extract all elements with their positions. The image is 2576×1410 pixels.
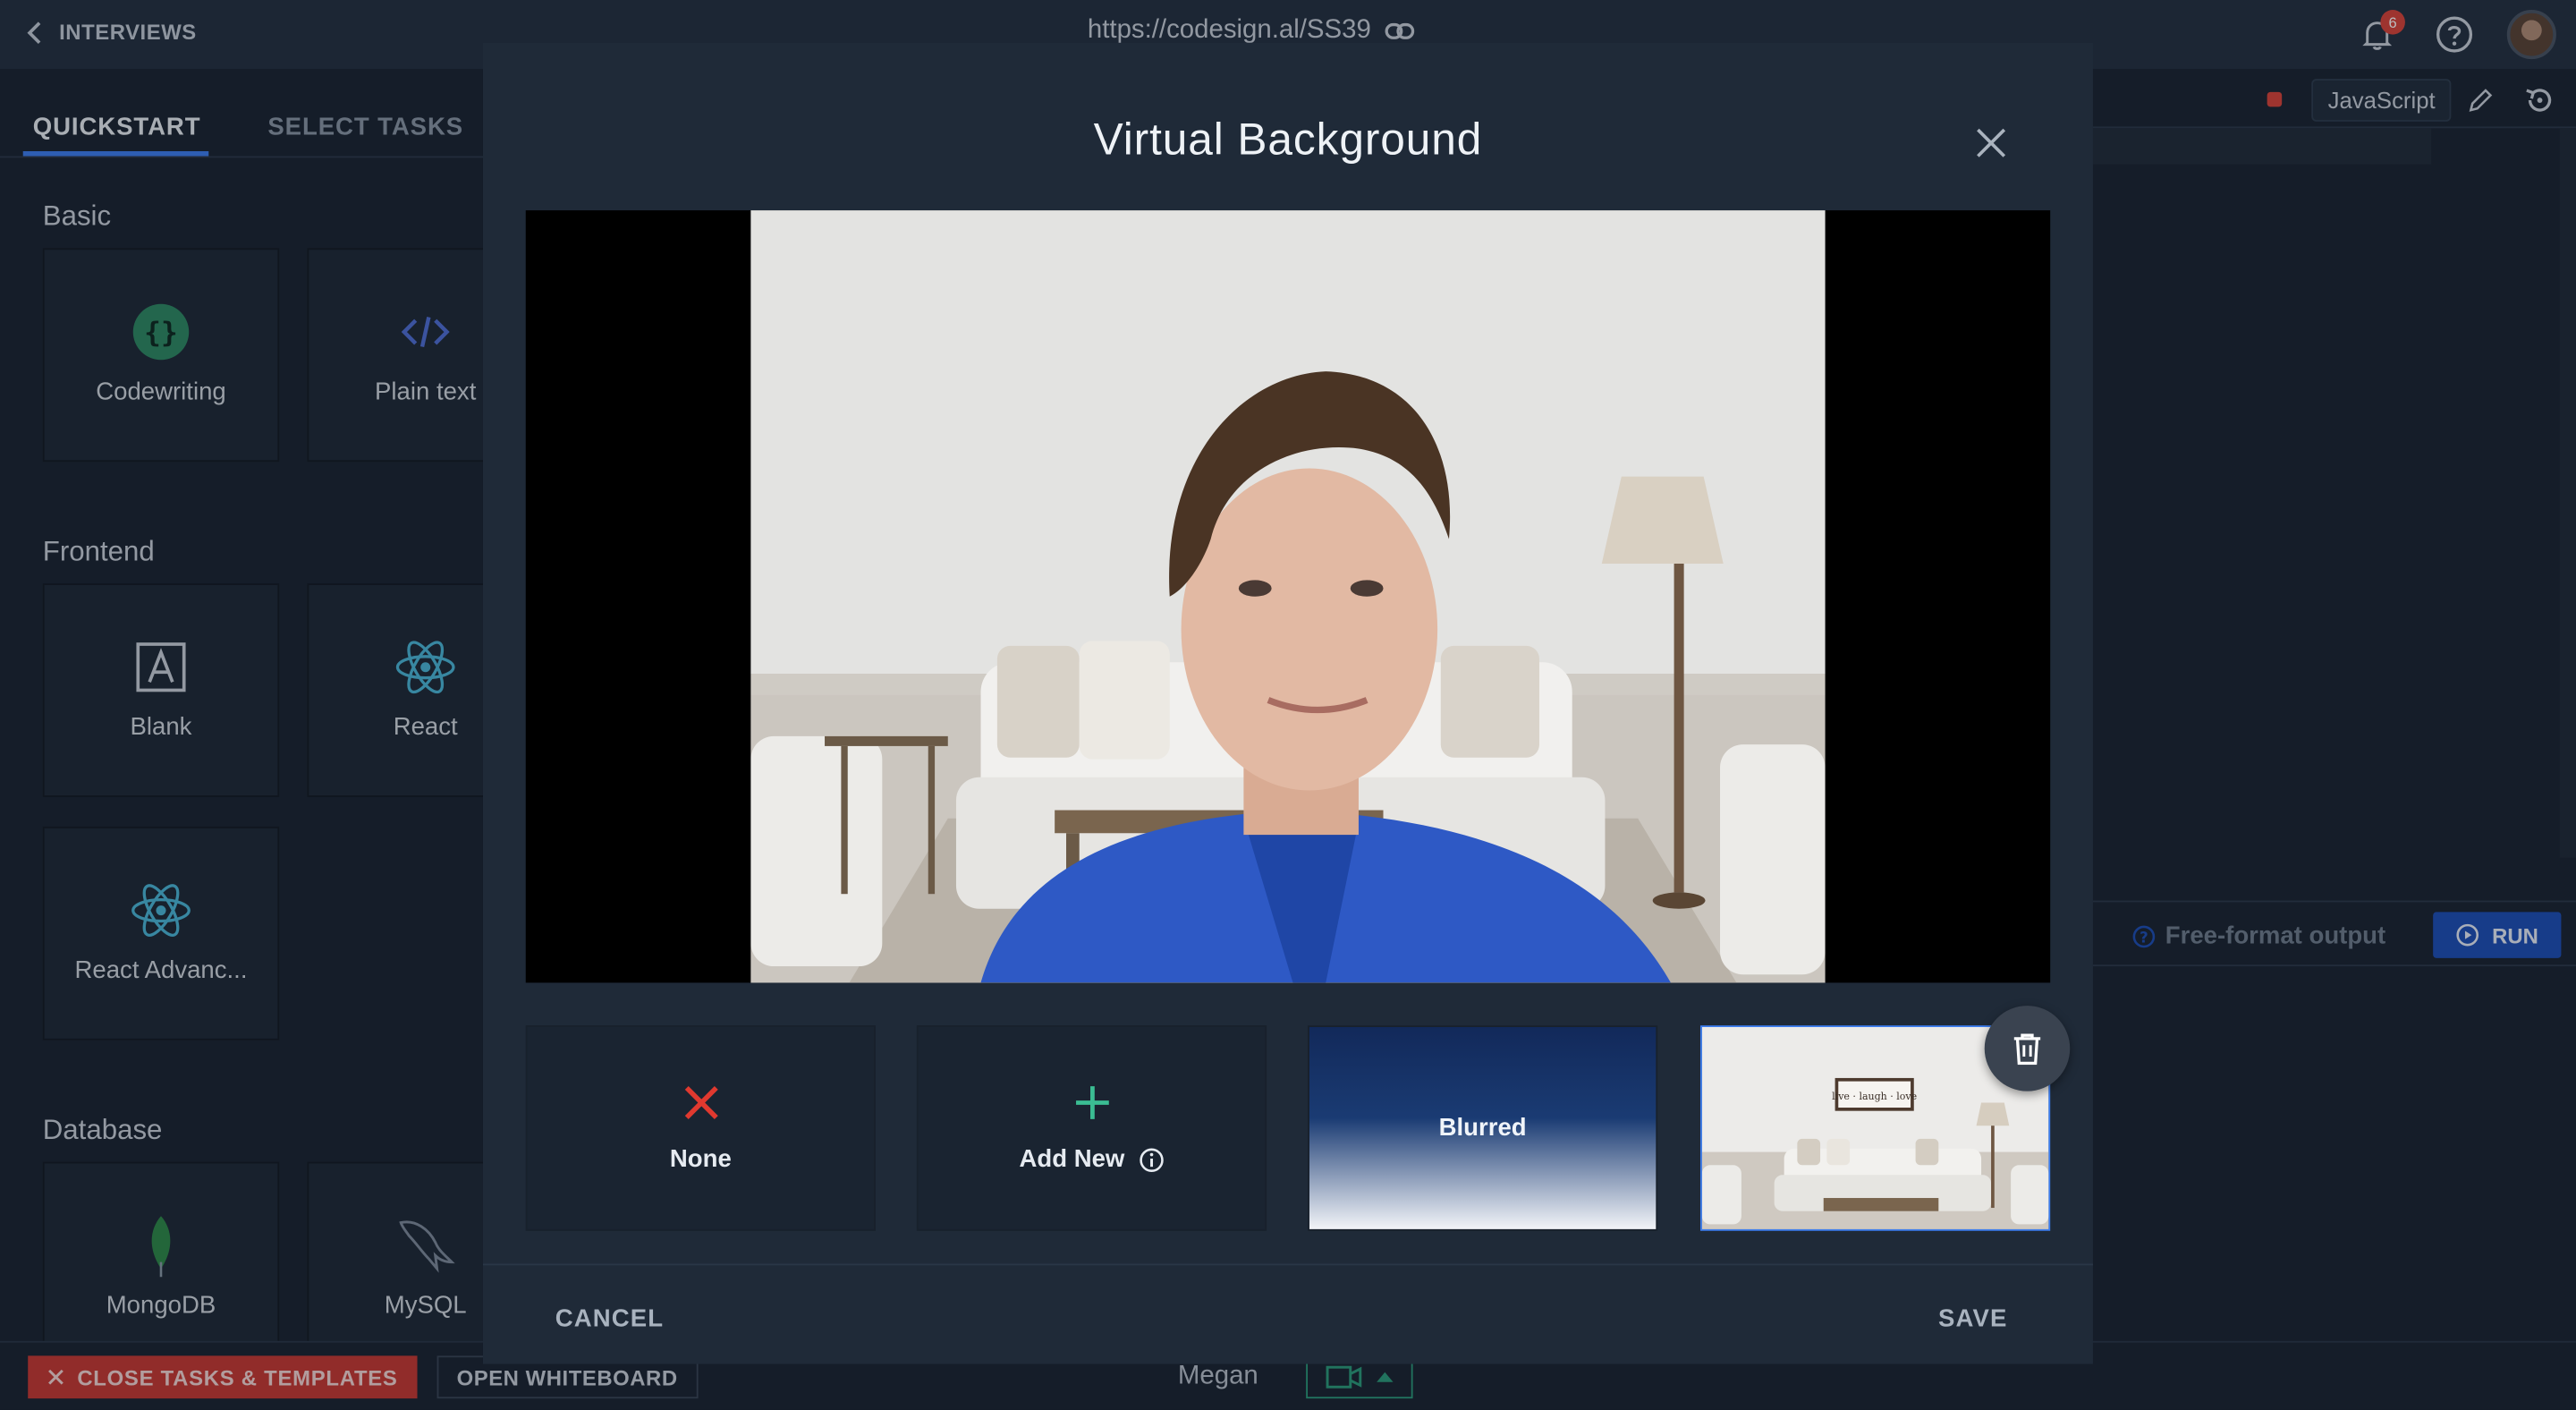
add-new-label-row: Add New [1020, 1145, 1165, 1173]
bg-option-none[interactable]: None [525, 1025, 876, 1231]
modal-title: Virtual Background [1093, 115, 1483, 165]
camera-frame [750, 210, 1826, 983]
preview-scene [750, 371, 1826, 983]
sign-text: live · laugh · love [1832, 1091, 1917, 1102]
modal-footer: CANCEL SAVE [482, 1263, 2093, 1363]
camera-preview [525, 210, 2051, 983]
option-label: Blurred [1438, 1114, 1527, 1142]
close-icon[interactable] [1971, 123, 2011, 163]
background-options: None Add New Blurred live · laugh · love [525, 1006, 2071, 1232]
delete-background-button[interactable] [1984, 1006, 2071, 1091]
x-icon [683, 1086, 717, 1119]
cancel-button[interactable]: CANCEL [555, 1304, 664, 1332]
trash-icon [2013, 1033, 2041, 1066]
bg-option-blurred[interactable]: Blurred [1308, 1025, 1658, 1231]
save-button[interactable]: SAVE [1938, 1304, 2007, 1332]
option-label: Add New [1019, 1145, 1125, 1174]
plus-icon [1075, 1086, 1108, 1119]
option-label: None [669, 1145, 732, 1174]
bg-option-add-new[interactable]: Add New [916, 1025, 1267, 1231]
info-icon[interactable] [1138, 1146, 1164, 1172]
virtual-background-modal: Virtual Background None Add New Blurred … [482, 42, 2093, 1364]
